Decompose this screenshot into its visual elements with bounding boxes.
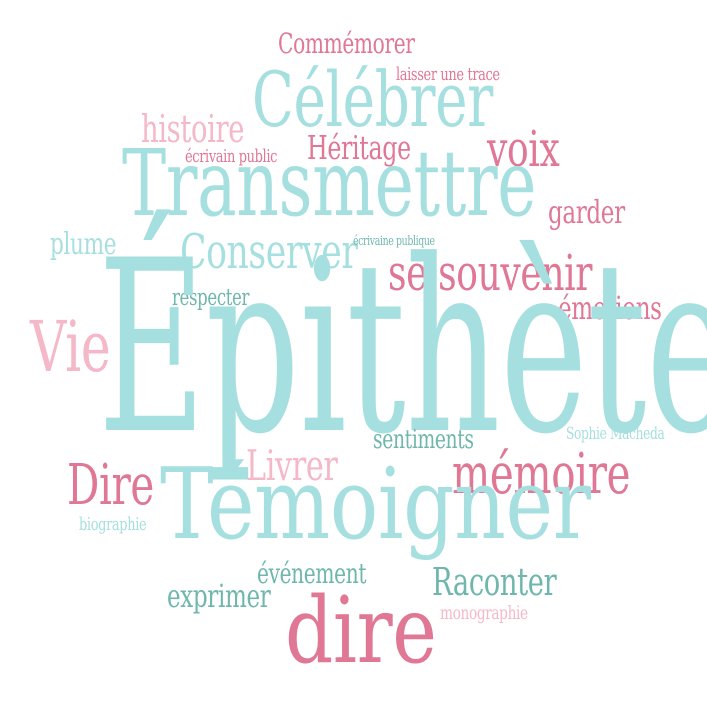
word-exprimer: exprimer <box>167 577 271 615</box>
word-dire: dire <box>285 577 437 684</box>
word-celebrer: Célébrer <box>252 55 493 144</box>
word-cloud: Commémorer laisser une trace Célébrer hi… <box>0 0 707 707</box>
word-raconter: Raconter <box>432 560 557 604</box>
word-sophie-macheda: Sophie Macheda <box>566 424 665 444</box>
word-monographie: monographie <box>440 602 528 624</box>
word-temoigner: Témoigner <box>160 448 591 562</box>
word-commemorer: Commémorer <box>278 27 415 60</box>
word-biographie: biographie <box>79 514 147 535</box>
word-dire-capital: Dire <box>67 453 154 518</box>
